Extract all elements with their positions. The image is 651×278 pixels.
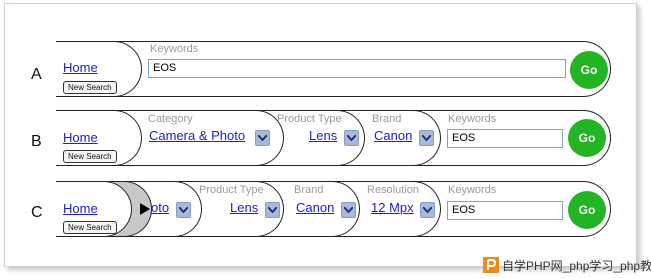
row-b-new-search-button[interactable]: New Search bbox=[63, 150, 117, 163]
row-c-category-value[interactable]: oto bbox=[151, 200, 169, 215]
row-c-new-search-button[interactable]: New Search bbox=[63, 221, 117, 234]
chevron-down-icon bbox=[258, 135, 267, 141]
row-b-category-label: Category bbox=[148, 113, 193, 125]
row-c-category-dropdown[interactable] bbox=[176, 202, 191, 218]
row-a-new-search-button[interactable]: New Search bbox=[63, 81, 117, 94]
chevron-down-icon bbox=[268, 207, 277, 213]
watermark: 自学PHP网_php学习_php教程 bbox=[483, 256, 651, 274]
row-c-label: C bbox=[31, 204, 43, 221]
row-b-label: B bbox=[31, 133, 42, 150]
row-c-product-type-value[interactable]: Lens bbox=[230, 200, 258, 215]
row-b-product-type-dropdown[interactable] bbox=[344, 130, 359, 146]
row-b-product-type-value[interactable]: Lens bbox=[309, 128, 337, 143]
scroll-left-arrow-icon[interactable] bbox=[140, 203, 150, 215]
row-c-keywords-input[interactable]: EOS bbox=[447, 201, 563, 220]
row-a-go-button[interactable]: Go bbox=[570, 51, 608, 89]
row-b-keywords-input[interactable]: EOS bbox=[447, 129, 563, 148]
chevron-down-icon bbox=[179, 207, 188, 213]
chevron-down-icon bbox=[423, 207, 432, 213]
row-b-brand-label: Brand bbox=[372, 113, 402, 125]
chevron-down-icon bbox=[344, 207, 353, 213]
row-b-category-value[interactable]: Camera & Photo bbox=[149, 128, 245, 143]
row-b-category-dropdown[interactable] bbox=[255, 130, 270, 146]
row-a-keywords-label: Keywords bbox=[150, 43, 199, 55]
row-b-go-button[interactable]: Go bbox=[568, 119, 606, 157]
watermark-text: 自学PHP网_php学习_php教程 bbox=[502, 259, 651, 273]
row-b-brand-value[interactable]: Canon bbox=[374, 128, 412, 143]
watermark-logo-icon bbox=[483, 257, 499, 273]
chevron-down-icon bbox=[347, 135, 356, 141]
row-a-label: A bbox=[31, 66, 42, 83]
row-a-home-link[interactable]: Home bbox=[63, 60, 98, 75]
row-c-brand-value[interactable]: Canon bbox=[296, 200, 334, 215]
row-c-go-button[interactable]: Go bbox=[568, 191, 606, 229]
row-c-resolution-dropdown[interactable] bbox=[420, 202, 435, 218]
row-c-product-type-dropdown[interactable] bbox=[265, 202, 280, 218]
row-a-keywords-input[interactable]: EOS bbox=[148, 59, 566, 78]
row-c-home-link[interactable]: Home bbox=[63, 201, 98, 216]
row-b-brand-dropdown[interactable] bbox=[419, 130, 434, 146]
row-b-home-link[interactable]: Home bbox=[63, 130, 98, 145]
row-c-resolution-value[interactable]: 12 Mpx bbox=[371, 200, 414, 215]
row-c-resolution-label: Resolution bbox=[367, 184, 419, 196]
row-c-product-type-label: Product Type bbox=[199, 184, 264, 196]
row-b-keywords-label: Keywords bbox=[448, 113, 497, 125]
row-c-keywords-label: Keywords bbox=[448, 184, 497, 196]
row-b-product-type-label: Product Type bbox=[277, 113, 342, 125]
row-c-brand-dropdown[interactable] bbox=[341, 202, 356, 218]
chevron-down-icon bbox=[422, 135, 431, 141]
row-c-brand-label: Brand bbox=[294, 184, 324, 196]
